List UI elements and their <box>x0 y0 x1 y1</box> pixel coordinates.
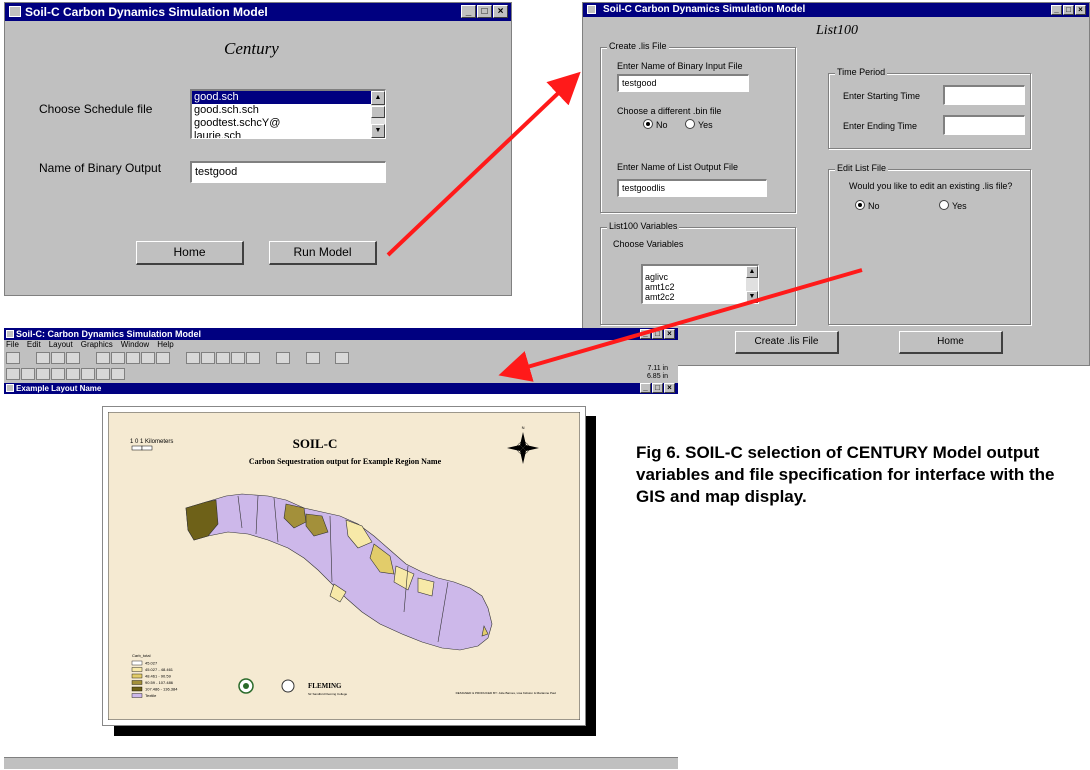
annotation-arrows <box>386 71 863 382</box>
arrow-to-list100 <box>386 71 581 257</box>
arrow-to-gis <box>498 268 863 382</box>
